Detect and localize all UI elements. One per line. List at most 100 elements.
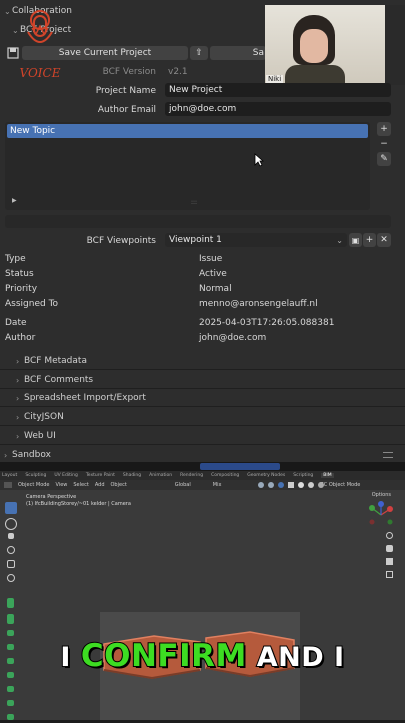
grid-icon[interactable] (386, 571, 393, 578)
menu-select[interactable]: Select (73, 482, 88, 488)
save-as-button[interactable]: Sa (210, 46, 266, 60)
panel-label: Web UI (24, 431, 56, 441)
video-caption: I CONFIRM AND I (0, 637, 405, 675)
panel-web-ui[interactable]: › Web UI (16, 431, 56, 441)
detail-value-type: Issue (199, 254, 223, 264)
save-current-project-button[interactable]: Save Current Project (22, 46, 188, 60)
add-topic-button[interactable]: + (377, 122, 391, 136)
detail-key-status: Status (5, 269, 34, 279)
tab-compositing[interactable]: Compositing (211, 473, 239, 478)
menu-add[interactable]: Add (95, 482, 105, 488)
tab-animation[interactable]: Animation (149, 473, 172, 478)
transform-orientation[interactable]: Global (175, 482, 191, 488)
panel-bcf-metadata[interactable]: › BCF Metadata (16, 356, 87, 366)
topic-description-bar[interactable] (5, 215, 391, 228)
cursor-tool-icon[interactable] (5, 518, 17, 530)
workspace-tabs: Layout Sculpting UV Editing Texture Pain… (0, 471, 405, 480)
blender-viewport[interactable]: Layout Sculpting UV Editing Texture Pain… (0, 462, 405, 720)
expand-arrow-icon[interactable]: ▶ (12, 197, 17, 204)
mode-dropdown[interactable]: Object Mode (18, 482, 50, 488)
edit-topic-button[interactable]: ✎ (377, 152, 391, 166)
camera-viewpoint-button[interactable]: ▣ (349, 233, 362, 247)
detail-value-status: Active (199, 269, 227, 279)
scale-tool-icon[interactable] (7, 560, 15, 568)
editor-type-icon[interactable] (4, 482, 12, 488)
upload-icon: ⇧ (195, 48, 203, 58)
camera-icon: ▣ (351, 235, 360, 245)
add-viewpoint-button[interactable]: + (363, 233, 376, 247)
tab-scripting[interactable]: Scripting (293, 473, 313, 478)
tab-shading[interactable]: Shading (123, 473, 141, 478)
viewpoint-dropdown[interactable]: Viewpoint 1 ⌄ (165, 233, 347, 247)
detail-key-author: Author (5, 333, 36, 343)
remove-topic-button[interactable]: − (377, 137, 391, 151)
person-body (285, 65, 345, 85)
camera-view-icon[interactable] (386, 558, 393, 565)
navigation-gizmo[interactable] (366, 500, 396, 530)
panel-cityjson[interactable]: › CityJSON (16, 412, 64, 422)
render-shading-icon[interactable] (318, 482, 324, 488)
drag-handle-icon[interactable] (383, 452, 393, 458)
topic-list-item[interactable]: New Topic (7, 124, 368, 138)
plus-icon: + (365, 235, 374, 245)
project-name-label: Project Name (95, 86, 156, 96)
resize-handle-icon[interactable]: ::: (191, 199, 197, 206)
chevron-right-icon: › (16, 375, 20, 385)
author-email-field[interactable]: john@doe.com (165, 102, 391, 116)
caption-word: AND I (256, 641, 345, 674)
viewpoint-selected: Viewpoint 1 (169, 235, 222, 245)
tab-geometry-nodes[interactable]: Geometry Nodes (247, 473, 285, 478)
options-label[interactable]: Options (372, 492, 391, 498)
bim-roof-tool-icon[interactable] (7, 700, 14, 706)
transform-tool-icon[interactable] (7, 574, 15, 582)
pan-hand-icon[interactable] (386, 545, 393, 552)
menu-view[interactable]: View (56, 482, 68, 488)
bcf-version-value: v2.1 (168, 67, 188, 77)
rotate-tool-icon[interactable] (7, 546, 15, 554)
tab-layout[interactable]: Layout (2, 473, 17, 478)
zoom-icon[interactable] (386, 532, 393, 539)
bim-space-tool-icon[interactable] (7, 714, 14, 720)
toolbar-left (4, 502, 18, 720)
tab-rendering[interactable]: Rendering (180, 473, 203, 478)
project-name-field[interactable]: New Project (165, 83, 391, 97)
bim-wall-tool-icon[interactable] (7, 598, 14, 608)
plus-icon: + (380, 124, 388, 134)
solid-shading-icon[interactable] (298, 482, 304, 488)
snap-dropdown[interactable]: Mix (213, 482, 222, 488)
bim-door-tool-icon[interactable] (7, 630, 14, 636)
panel-bcf-comments[interactable]: › BCF Comments (16, 375, 93, 385)
detail-value-priority: Normal (199, 284, 232, 294)
panel-sandbox[interactable]: › Sandbox (4, 450, 51, 460)
topic-list[interactable]: New Topic ▶ ::: (5, 122, 370, 210)
move-tool-icon[interactable] (8, 533, 14, 539)
overlay-icon[interactable] (278, 482, 284, 488)
bim-slab-tool-icon[interactable] (7, 614, 14, 624)
close-icon: ✕ (380, 235, 388, 245)
tab-uv-editing[interactable]: UV Editing (54, 473, 77, 478)
mouse-cursor-icon (254, 153, 265, 170)
save-file-icon[interactable] (6, 46, 20, 60)
chevron-right-icon: › (16, 356, 20, 366)
chevron-right-icon: › (16, 393, 20, 403)
minus-icon: − (380, 139, 388, 149)
detail-key-priority: Priority (5, 284, 38, 294)
remove-viewpoint-button[interactable]: ✕ (377, 233, 391, 247)
visibility-icon[interactable] (258, 482, 264, 488)
webcam-overlay: Niki (265, 5, 405, 85)
select-tool-icon[interactable] (5, 502, 17, 514)
tab-sculpting[interactable]: Sculpting (25, 473, 46, 478)
xray-icon[interactable] (288, 482, 294, 488)
tab-texture-paint[interactable]: Texture Paint (86, 473, 115, 478)
material-shading-icon[interactable] (308, 482, 314, 488)
bim-beam-tool-icon[interactable] (7, 686, 14, 692)
camera-subtitle: (1) IfcBuildingStorey/~01 kelder | Camer… (26, 501, 131, 507)
header-icons (258, 482, 358, 489)
tab-bim[interactable]: BIM (321, 473, 334, 478)
bcf-properties-panel: ⌄ Collaboration ⌄ BCF Project VOICE Save… (0, 0, 405, 462)
menu-object[interactable]: Object (111, 482, 127, 488)
gizmo-icon[interactable] (268, 482, 274, 488)
export-button[interactable]: ⇧ (190, 46, 208, 60)
chevron-right-icon: › (16, 412, 20, 422)
panel-spreadsheet[interactable]: › Spreadsheet Import/Export (16, 393, 146, 403)
